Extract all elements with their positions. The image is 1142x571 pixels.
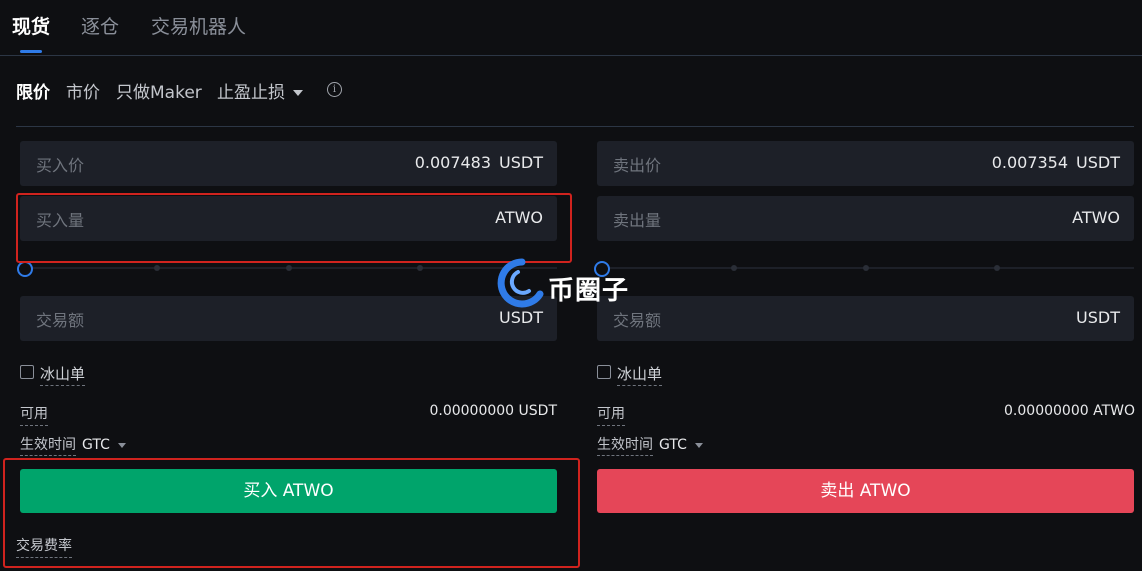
- sell-iceberg-label: 冰山单: [617, 365, 663, 386]
- buy-iceberg-label: 冰山单: [40, 365, 86, 386]
- sell-button[interactable]: 卖出 ATWO: [597, 469, 1134, 513]
- buy-price-value: 0.007483: [414, 153, 492, 172]
- sell-price-unit: USDT: [1076, 153, 1120, 172]
- buy-price-unit: USDT: [499, 153, 543, 172]
- top-tabs: 现货 逐仓 交易机器人: [0, 0, 1142, 56]
- tab-isolated[interactable]: 逐仓: [81, 12, 119, 39]
- sell-price-value: 0.007354: [991, 153, 1069, 172]
- buy-total-unit: USDT: [499, 308, 543, 327]
- sell-available-label: 可用: [597, 403, 625, 426]
- buy-total-input[interactable]: 交易额 USDT: [20, 296, 557, 341]
- coin-logo-icon: [497, 258, 544, 308]
- buy-tif-label: 生效时间: [20, 437, 76, 456]
- order-type-market[interactable]: 市价: [66, 78, 100, 103]
- sell-total-input[interactable]: 交易额 USDT: [597, 296, 1134, 341]
- sell-iceberg-checkbox[interactable]: [597, 365, 611, 379]
- sell-amount-label: 卖出量: [613, 211, 662, 230]
- sell-total-label: 交易额: [613, 311, 662, 330]
- buy-iceberg-option[interactable]: 冰山单: [20, 363, 86, 386]
- buy-slider-handle[interactable]: [17, 261, 33, 277]
- sell-tif-selector[interactable]: 生效时间 GTC: [597, 434, 703, 456]
- buy-tif-value: GTC: [82, 437, 110, 453]
- chevron-down-icon: [694, 442, 703, 448]
- sell-available-value: 0.00000000 ATWO: [1004, 403, 1135, 419]
- tab-spot[interactable]: 现货: [12, 12, 50, 39]
- sell-price-input[interactable]: 卖出价 0.007354 USDT: [597, 141, 1134, 186]
- buy-amount-label: 买入量: [36, 211, 85, 230]
- fee-rate-link[interactable]: 交易费率: [16, 535, 72, 558]
- buy-amount-slider[interactable]: [17, 261, 557, 277]
- order-type-maker-only[interactable]: 只做Maker: [116, 78, 202, 103]
- sell-amount-slider[interactable]: [594, 261, 1134, 277]
- buy-amount-unit: ATWO: [495, 208, 543, 227]
- chevron-down-icon: [293, 90, 303, 96]
- order-type-limit[interactable]: 限价: [16, 78, 50, 103]
- buy-iceberg-checkbox[interactable]: [20, 365, 34, 379]
- buy-amount-input[interactable]: 买入量 ATWO: [20, 196, 557, 241]
- buy-price-input[interactable]: 买入价 0.007483 USDT: [20, 141, 557, 186]
- sell-total-unit: USDT: [1076, 308, 1120, 327]
- info-icon[interactable]: i: [327, 82, 342, 97]
- buy-available-label: 可用: [20, 403, 48, 426]
- active-tab-indicator: [20, 50, 42, 53]
- buy-price-label: 买入价: [36, 156, 85, 175]
- sell-iceberg-option[interactable]: 冰山单: [597, 363, 663, 386]
- buy-tif-selector[interactable]: 生效时间 GTC: [20, 434, 126, 456]
- buy-button[interactable]: 买入 ATWO: [20, 469, 557, 513]
- tab-trading-bot[interactable]: 交易机器人: [151, 12, 246, 39]
- divider: [16, 126, 1134, 127]
- sell-amount-unit: ATWO: [1072, 208, 1120, 227]
- buy-available-value: 0.00000000 USDT: [429, 403, 557, 419]
- order-type-stop-dropdown[interactable]: 止盈止损: [217, 78, 303, 103]
- sell-price-label: 卖出价: [613, 156, 662, 175]
- sell-tif-value: GTC: [659, 437, 687, 453]
- watermark-logo: 币圈子: [496, 258, 646, 308]
- order-type-stop-label: 止盈止损: [217, 83, 285, 103]
- watermark-text: 币圈子: [548, 276, 630, 306]
- buy-total-label: 交易额: [36, 311, 85, 330]
- chevron-down-icon: [117, 442, 126, 448]
- sell-tif-label: 生效时间: [597, 437, 653, 456]
- sell-amount-input[interactable]: 卖出量 ATWO: [597, 196, 1134, 241]
